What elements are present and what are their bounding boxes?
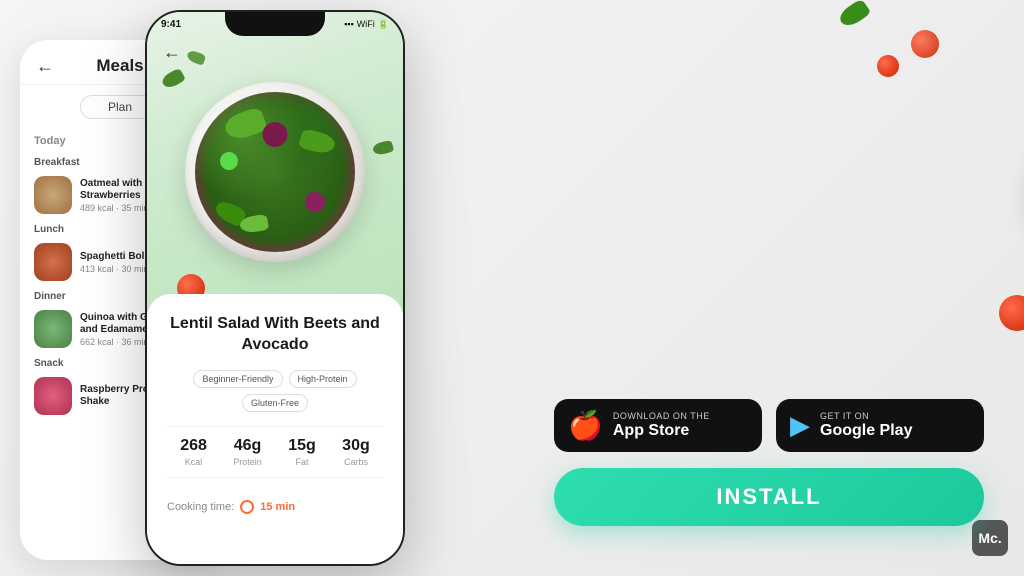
timer-icon	[240, 500, 254, 514]
nutrition-protein: 46g Protein	[233, 437, 262, 467]
info-panel: Lentil Salad With Beets and Avocado Begi…	[147, 294, 403, 564]
floating-leaf	[160, 67, 186, 90]
meal-thumbnail	[34, 176, 72, 214]
meal-thumbnail	[34, 310, 72, 348]
google-play-button[interactable]: ▶ GET IT ON Google Play	[776, 399, 984, 452]
fat-value: 15g	[288, 437, 316, 455]
kcal-label: Kcal	[180, 457, 207, 467]
tomato-decoration	[877, 55, 899, 77]
signal-icon: ▪▪▪	[344, 19, 354, 29]
google-play-text: GET IT ON Google Play	[820, 411, 912, 440]
bowl	[185, 82, 365, 262]
install-button[interactable]: INSTALL	[554, 468, 984, 526]
app-store-sub: Download on the	[613, 411, 710, 421]
carbs-value: 30g	[342, 437, 370, 455]
nutrition-fat: 15g Fat	[288, 437, 316, 467]
salad-bowl	[185, 82, 365, 262]
google-play-main: Google Play	[820, 421, 912, 440]
app-store-button[interactable]: 🍎 Download on the App Store	[554, 399, 762, 452]
tomato-decoration	[999, 295, 1024, 331]
protein-value: 46g	[233, 437, 262, 455]
status-time: 9:41	[161, 19, 181, 30]
tag-beginner: Beginner-Friendly	[193, 370, 282, 388]
salad-content	[195, 92, 355, 252]
food-image	[147, 12, 403, 312]
cooking-time: Cooking time: 15 min	[167, 492, 383, 514]
cooking-time-label: Cooking time:	[167, 501, 234, 513]
battery-icon: 🔋	[378, 19, 389, 30]
tag-protein: High-Protein	[289, 370, 357, 388]
cooking-time-value: 15 min	[260, 501, 295, 513]
left-phone-title: Meals	[96, 56, 143, 76]
leaf-decoration	[837, 0, 872, 30]
kcal-value: 268	[180, 437, 207, 455]
back-button[interactable]: ←	[163, 42, 181, 63]
play-icon: ▶	[790, 410, 810, 441]
floating-leaf	[372, 140, 394, 157]
meal-thumbnail	[34, 243, 72, 281]
status-bar: 9:41 ▪▪▪ WiFi 🔋	[147, 12, 403, 36]
nutrition-row: 268 Kcal 46g Protein 15g Fat 30g Carbs	[167, 426, 383, 478]
wifi-icon: WiFi	[357, 19, 375, 29]
app-store-text: Download on the App Store	[613, 411, 710, 440]
nutrition-kcal: 268 Kcal	[180, 437, 207, 467]
store-buttons: 🍎 Download on the App Store ▶ GET IT ON …	[554, 399, 984, 452]
right-download-panel: 🍎 Download on the App Store ▶ GET IT ON …	[554, 399, 984, 526]
meal-thumbnail	[34, 377, 72, 415]
fat-label: Fat	[288, 457, 316, 467]
floating-leaf	[186, 49, 207, 65]
tomato-decoration	[911, 30, 939, 58]
app-store-main: App Store	[613, 421, 710, 440]
left-phone-back-icon[interactable]: ←	[36, 56, 54, 77]
protein-label: Protein	[233, 457, 262, 467]
status-icons: ▪▪▪ WiFi 🔋	[344, 19, 389, 30]
main-phone: 9:41 ▪▪▪ WiFi 🔋	[145, 10, 405, 566]
google-play-sub: GET IT ON	[820, 411, 912, 421]
food-title: Lentil Salad With Beets and Avocado	[167, 314, 383, 356]
nutrition-carbs: 30g Carbs	[342, 437, 370, 467]
plates-section: 🦐 🦐	[544, 0, 1024, 370]
carbs-label: Carbs	[342, 457, 370, 467]
apple-icon: 🍎	[568, 409, 603, 442]
tag-gluten: Gluten-Free	[242, 394, 308, 412]
tags-row: Beginner-Friendly High-Protein Gluten-Fr…	[167, 370, 383, 412]
